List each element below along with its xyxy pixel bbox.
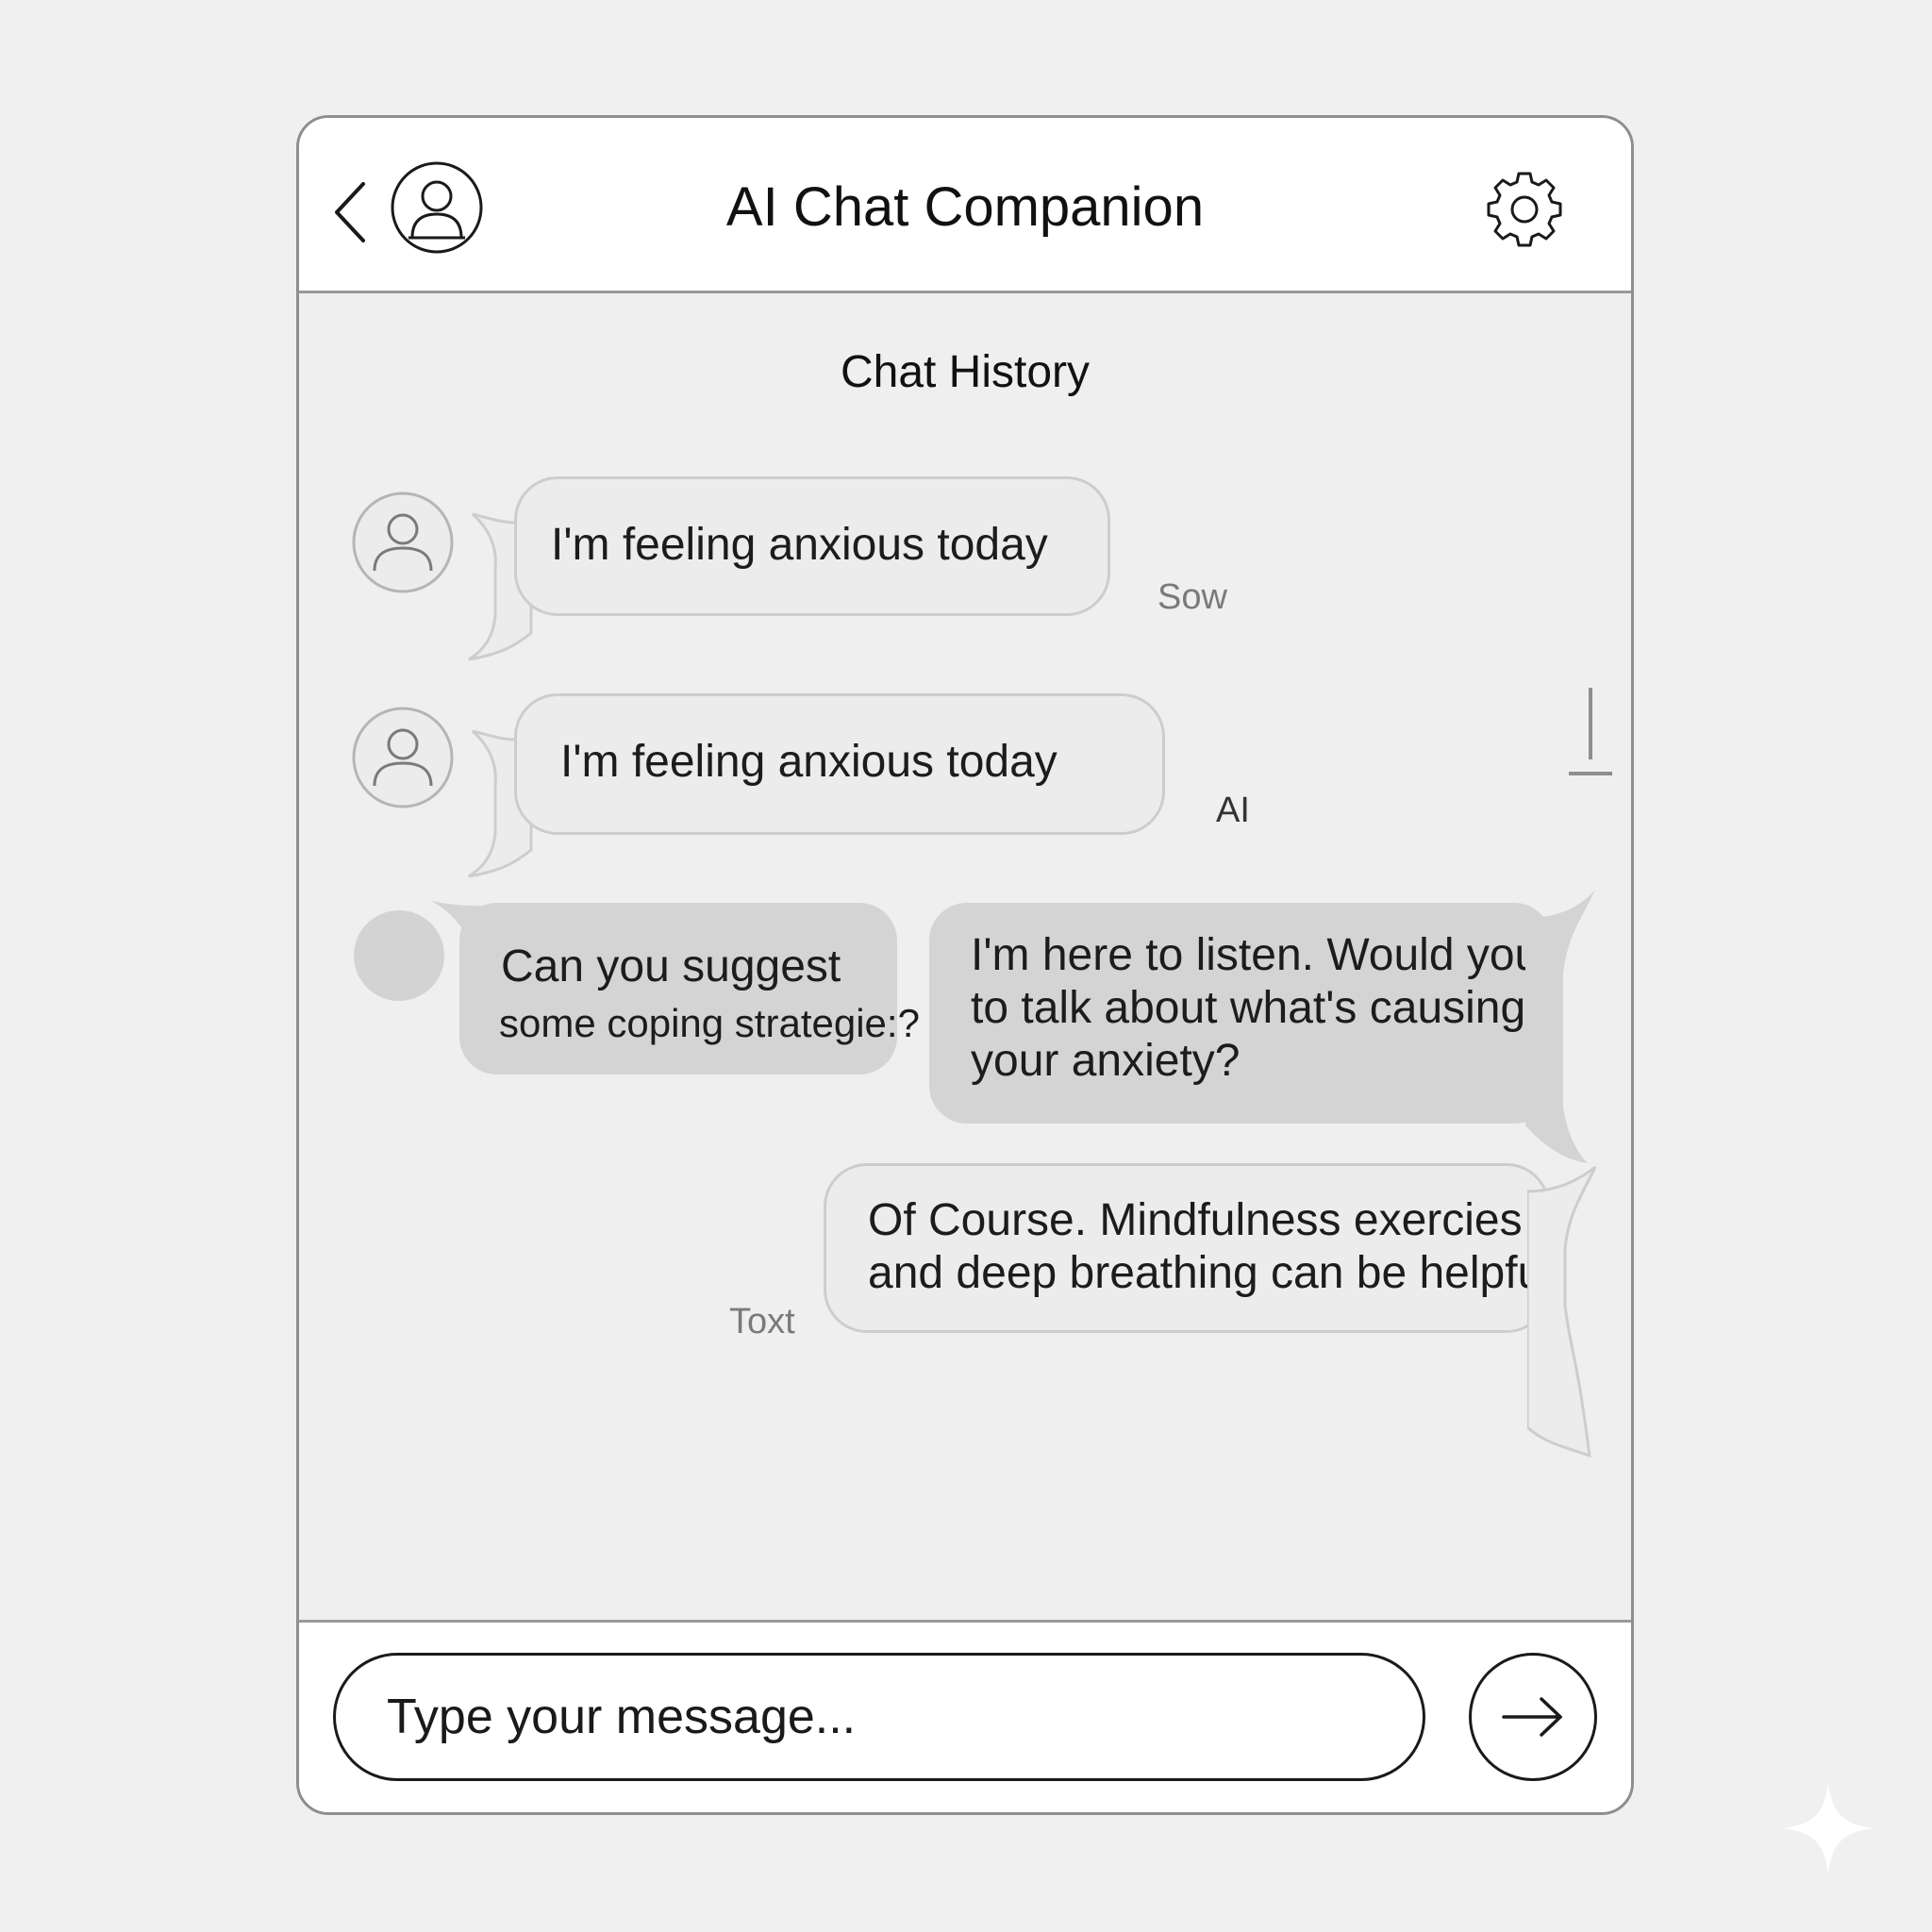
scrollbar[interactable] bbox=[1569, 684, 1612, 797]
composer-bar bbox=[299, 1620, 1631, 1812]
message-text-line: some coping strategie:? bbox=[499, 1001, 920, 1045]
message-text: Of Course. Mindfulness exercies and deep… bbox=[868, 1195, 1566, 1298]
message-input[interactable] bbox=[333, 1653, 1425, 1781]
message-text: I'm feeling anxious today bbox=[560, 737, 1058, 787]
user-avatar bbox=[352, 491, 454, 593]
sparkle-icon bbox=[1783, 1783, 1874, 1874]
message-bubble: I'm feeling anxious today bbox=[514, 693, 1165, 835]
message-sender-label: AI bbox=[1216, 791, 1250, 830]
message-text-line: Can you suggest bbox=[501, 941, 841, 991]
message-sender-label: Sow bbox=[1158, 577, 1227, 617]
user-avatar-icon bbox=[352, 707, 454, 808]
message-sender-label: Toxt bbox=[729, 1302, 795, 1341]
gear-icon bbox=[1487, 172, 1562, 247]
message-bubble: Can you suggest some coping strategie:? bbox=[459, 903, 920, 1074]
page-title: AI Chat Companion bbox=[725, 176, 1205, 238]
message-text: I'm feeling anxious today bbox=[551, 520, 1048, 570]
chat-history-title: Chat History bbox=[840, 347, 1091, 397]
bubble-tail bbox=[1525, 890, 1595, 1163]
chat-window: AI Chat Companion Chat History I'm feeli… bbox=[296, 115, 1634, 1815]
message-bubble: I'm feeling anxious today bbox=[514, 476, 1110, 616]
send-button[interactable] bbox=[1469, 1653, 1597, 1781]
app-header: AI Chat Companion bbox=[299, 118, 1631, 293]
user-avatar-icon bbox=[352, 491, 454, 593]
settings-button[interactable] bbox=[1484, 169, 1565, 250]
bubble-tail bbox=[1527, 1165, 1597, 1458]
message-bubble: I'm here to listen. Would you to talk ab… bbox=[929, 903, 1552, 1124]
arrow-right-icon bbox=[1502, 1697, 1562, 1737]
message-bubble: Of Course. Mindfulness exercies and deep… bbox=[824, 1163, 1565, 1333]
message-text: I'm here to listen. Would you to talk ab… bbox=[971, 930, 1541, 1086]
user-avatar bbox=[352, 707, 454, 808]
